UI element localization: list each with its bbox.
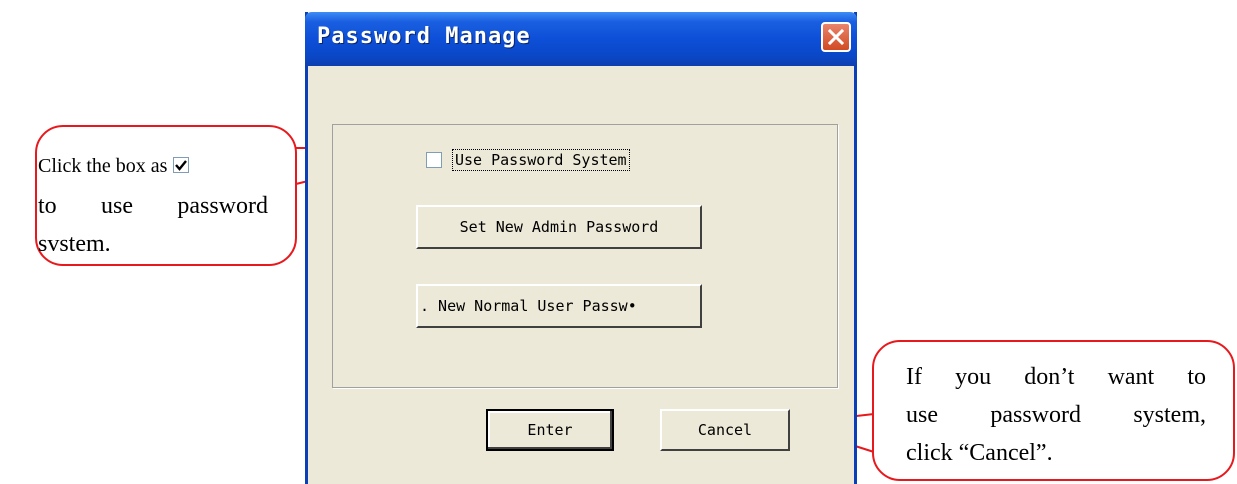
callout-left-line2: to use password	[38, 193, 268, 219]
callout-right-text: If you don’t want to use password system…	[906, 358, 1206, 472]
callout-cancel-hint: If you don’t want to use password system…	[872, 340, 1235, 481]
enter-button[interactable]: Enter	[486, 409, 614, 451]
close-icon	[827, 28, 845, 46]
callout-left-line1-wrap: Click the box as	[38, 155, 190, 178]
callout-right-line1: If you don’t want to	[906, 364, 1206, 390]
set-admin-password-button[interactable]: Set New Admin Password	[416, 205, 702, 249]
use-password-checkbox-label[interactable]: Use Password System	[452, 149, 630, 171]
callout-checkbox-hint: Click the box as to use password svstem.	[35, 125, 297, 266]
use-password-checkbox[interactable]	[426, 152, 442, 168]
use-password-checkbox-row[interactable]: Use Password System	[426, 149, 630, 171]
callout-left-line3: svstem.	[38, 231, 111, 257]
set-normal-user-password-button[interactable]: . New Normal User Passw•	[416, 284, 702, 328]
password-manage-dialog: Password Manage Use Password System Set …	[305, 12, 857, 484]
close-button[interactable]	[821, 22, 851, 52]
dialog-title: Password Manage	[317, 24, 531, 49]
cancel-button[interactable]: Cancel	[660, 409, 790, 451]
dialog-titlebar[interactable]: Password Manage	[305, 12, 857, 66]
callout-right-line2: use password system,	[906, 402, 1206, 428]
callout-right-line3: click “Cancel”.	[906, 440, 1053, 466]
check-icon	[173, 157, 190, 173]
callout-left-line1: Click the box as	[38, 155, 168, 177]
